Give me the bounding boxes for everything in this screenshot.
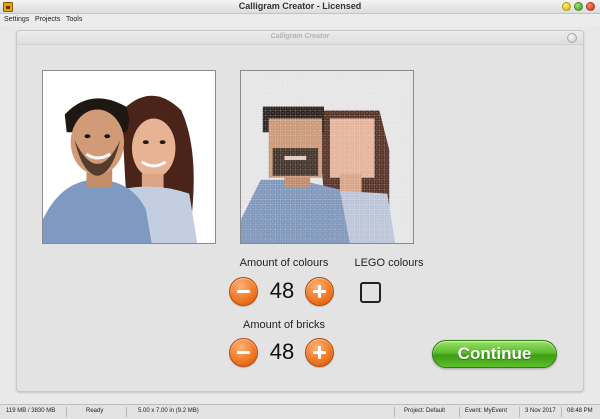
mosaic-preview [240, 70, 414, 244]
lego-colours-label: LEGO colours [354, 257, 424, 269]
menu-settings[interactable]: Settings [4, 16, 29, 23]
colours-decrease-button[interactable] [229, 277, 258, 306]
status-project: Project: Default [404, 408, 446, 414]
status-size: 5.00 x 7.00 in (9.2 MB) [138, 408, 199, 414]
original-photo-image [43, 71, 215, 243]
window-title: Calligram Creator - Licensed [238, 1, 362, 11]
menu-projects[interactable]: Projects [35, 16, 60, 23]
menu-bar: Settings Projects Tools [0, 14, 600, 26]
status-state: Ready [86, 408, 104, 414]
bricks-label: Amount of bricks [243, 319, 325, 331]
original-photo [42, 70, 216, 244]
bricks-increase-button[interactable] [305, 338, 334, 367]
minimize-icon[interactable] [562, 2, 571, 11]
colours-label: Amount of colours [239, 257, 329, 269]
bricks-value: 48 [269, 339, 295, 364]
dialog-titlebar: Calligram Creator [17, 31, 583, 45]
menu-tools[interactable]: Tools [66, 16, 82, 23]
minus-icon [237, 351, 250, 354]
mosaic-preview-image [241, 71, 413, 243]
close-icon[interactable] [586, 2, 595, 11]
colours-increase-button[interactable] [305, 277, 334, 306]
minus-icon [237, 290, 250, 293]
bricks-decrease-button[interactable] [229, 338, 258, 367]
status-time: 08:48 PM [567, 408, 593, 414]
status-date: 3 Nov 2017 [525, 408, 556, 414]
continue-button[interactable]: Continue [432, 340, 557, 368]
lego-colours-checkbox[interactable] [360, 282, 381, 303]
dialog-title: Calligram Creator [270, 33, 330, 40]
colours-value: 48 [269, 278, 295, 303]
status-event: Event: MyEvent [465, 408, 508, 414]
dialog-close-icon[interactable] [567, 33, 577, 43]
status-memory: 119 MB / 3830 MB [6, 408, 56, 414]
maximize-icon[interactable] [574, 2, 583, 11]
status-bar: 119 MB / 3830 MB Ready 5.00 x 7.00 in (9… [0, 404, 600, 419]
window-titlebar: Calligram Creator - Licensed [0, 0, 600, 14]
dialog-window: Calligram Creator Amount of colours 48 L… [16, 30, 584, 392]
